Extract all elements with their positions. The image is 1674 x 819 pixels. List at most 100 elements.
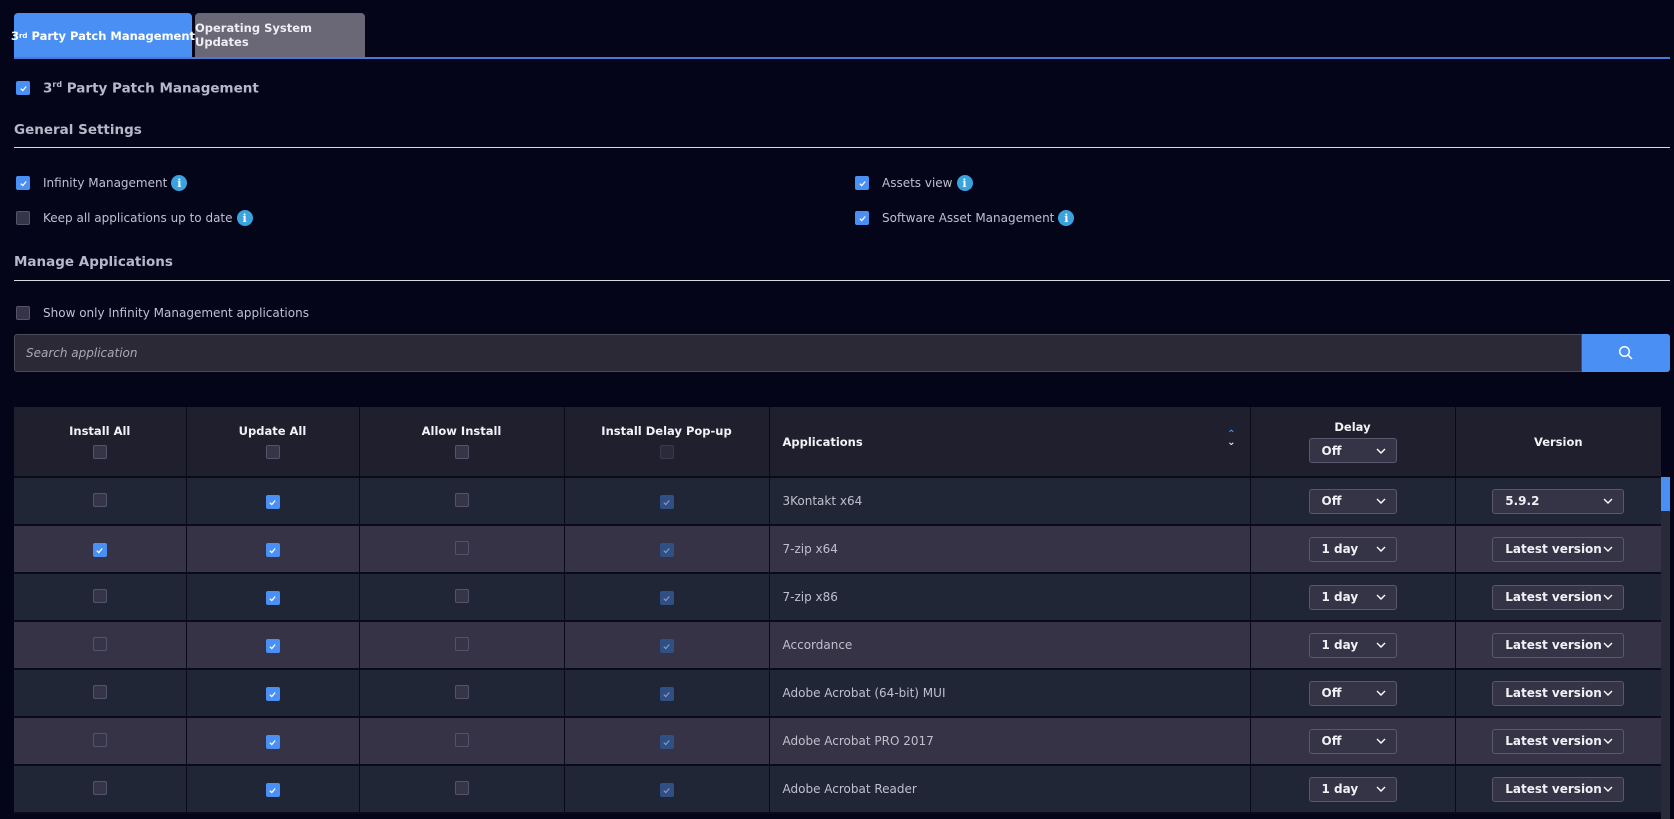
info-icon[interactable]: i — [1058, 210, 1075, 226]
update-checkbox[interactable] — [265, 735, 280, 749]
header-version: Version — [1455, 407, 1661, 478]
info-icon[interactable]: i — [956, 175, 973, 191]
application-name: Adobe Acrobat Reader — [769, 765, 1251, 814]
allow-install-cell — [359, 717, 565, 766]
version-dropdown[interactable]: Latest version — [1492, 584, 1625, 610]
checkmark-icon — [663, 643, 670, 649]
install-checkbox[interactable] — [92, 636, 107, 651]
infinity-management-checkbox[interactable] — [16, 176, 30, 190]
table-row: 7-zip x86 1 day Latest version — [14, 573, 1661, 622]
chevron-down-icon — [1376, 642, 1385, 648]
install-checkbox[interactable] — [92, 588, 107, 603]
delay-dropdown[interactable]: 1 day — [1308, 632, 1397, 658]
install-checkbox[interactable] — [92, 780, 107, 795]
version-cell: Latest version — [1455, 765, 1661, 814]
version-dropdown[interactable]: Latest version — [1492, 632, 1625, 658]
install-checkbox[interactable] — [92, 684, 107, 699]
header-install-delay-popup: Install Delay Pop-up — [564, 407, 770, 478]
update-all-checkbox[interactable] — [265, 445, 280, 459]
version-dropdown[interactable]: Latest version — [1492, 776, 1625, 802]
install-delay-popup-all-checkbox — [659, 445, 674, 459]
update-checkbox[interactable] — [265, 639, 280, 653]
header-applications[interactable]: Applications ⌃ ⌄ — [769, 407, 1251, 478]
tab-operating-system-updates[interactable]: Operating System Updates — [195, 13, 365, 57]
update-checkbox[interactable] — [265, 543, 280, 557]
checkmark-icon — [269, 547, 276, 553]
checkmark-icon — [96, 547, 103, 553]
search-button[interactable] — [1582, 334, 1670, 372]
allow-install-checkbox[interactable] — [454, 732, 469, 747]
chevron-down-icon — [1603, 690, 1613, 696]
allow-install-checkbox[interactable] — [454, 780, 469, 795]
delay-dropdown[interactable]: Off — [1308, 488, 1397, 514]
option-infinity-management: Infinity Management i — [16, 175, 188, 191]
allow-install-all-checkbox[interactable] — [454, 445, 469, 459]
delay-cell: Off — [1250, 477, 1456, 526]
show-only-infinity-checkbox[interactable] — [16, 306, 30, 320]
chevron-down-icon — [1376, 738, 1385, 744]
table-scrollbar[interactable] — [1661, 477, 1670, 819]
dropdown-value: Latest version — [1505, 734, 1602, 748]
update-cell — [186, 669, 360, 718]
search-icon — [1618, 345, 1633, 360]
search-input[interactable]: Search application — [14, 334, 1582, 372]
header-label: Install All — [69, 424, 131, 438]
update-checkbox[interactable] — [265, 591, 280, 605]
application-name: Adobe Acrobat (64-bit) MUI — [769, 669, 1251, 718]
allow-install-checkbox[interactable] — [454, 540, 469, 555]
version-dropdown[interactable]: Latest version — [1492, 728, 1625, 754]
install-checkbox[interactable] — [92, 492, 107, 507]
keep-apps-up-to-date-checkbox[interactable] — [16, 211, 30, 225]
install-checkbox[interactable] — [92, 543, 107, 557]
dropdown-value: Off — [1321, 494, 1342, 508]
header-label: Update All — [238, 424, 307, 438]
install-checkbox[interactable] — [92, 732, 107, 747]
update-cell — [186, 477, 360, 526]
install-all-checkbox[interactable] — [92, 445, 107, 459]
allow-install-checkbox[interactable] — [454, 588, 469, 603]
tab-3rd-party-patch-management[interactable]: 3rd Party Patch Management — [11, 13, 195, 58]
version-cell: Latest version — [1455, 717, 1661, 766]
version-dropdown[interactable]: Latest version — [1492, 680, 1625, 706]
checkmark-icon — [269, 643, 276, 649]
delay-dropdown[interactable]: Off — [1308, 680, 1397, 706]
update-checkbox[interactable] — [265, 783, 280, 797]
scrollbar-thumb[interactable] — [1661, 477, 1670, 511]
master-toggle-checkbox[interactable] — [16, 81, 30, 96]
allow-install-checkbox[interactable] — [454, 636, 469, 651]
keep-apps-up-to-date-label: Keep all applications up to date — [43, 211, 233, 225]
tab-label-sup: rd — [18, 31, 28, 40]
version-cell: Latest version — [1455, 669, 1661, 718]
delay-dropdown[interactable]: Off — [1308, 728, 1397, 754]
delay-dropdown[interactable]: 1 day — [1308, 536, 1397, 562]
version-dropdown[interactable]: Latest version — [1492, 536, 1625, 562]
update-cell — [186, 765, 360, 814]
header-label: Version — [1533, 434, 1583, 449]
master-toggle-row: 3rd Party Patch Management — [16, 80, 259, 97]
info-icon[interactable]: i — [171, 175, 188, 191]
tab-label: Operating System Updates — [195, 21, 313, 49]
version-dropdown[interactable]: 5.9.2 — [1492, 488, 1625, 514]
software-asset-management-checkbox[interactable] — [855, 211, 869, 225]
general-settings-divider — [14, 147, 1670, 148]
update-cell — [186, 621, 360, 670]
update-checkbox[interactable] — [265, 495, 280, 509]
chevron-down-icon — [1376, 786, 1385, 792]
delay-cell: 1 day — [1250, 573, 1456, 622]
install-delay-popup-cell — [564, 621, 770, 670]
allow-install-cell — [359, 765, 565, 814]
header-label: Install Delay Pop-up — [601, 424, 732, 438]
delay-dropdown[interactable]: 1 day — [1308, 776, 1397, 802]
allow-install-checkbox[interactable] — [454, 492, 469, 507]
assets-view-checkbox[interactable] — [855, 176, 869, 190]
delay-dropdown[interactable]: 1 day — [1308, 584, 1397, 610]
application-name: 7-zip x64 — [769, 525, 1251, 574]
update-checkbox[interactable] — [265, 687, 280, 701]
checkmark-icon — [19, 180, 27, 186]
info-icon[interactable]: i — [236, 210, 253, 226]
install-cell — [14, 573, 187, 622]
assets-view-label: Assets view — [882, 176, 953, 190]
allow-install-checkbox[interactable] — [454, 684, 469, 699]
delay-all-dropdown[interactable]: Off — [1308, 438, 1397, 463]
sort-icon[interactable]: ⌃ ⌄ — [1227, 430, 1235, 448]
